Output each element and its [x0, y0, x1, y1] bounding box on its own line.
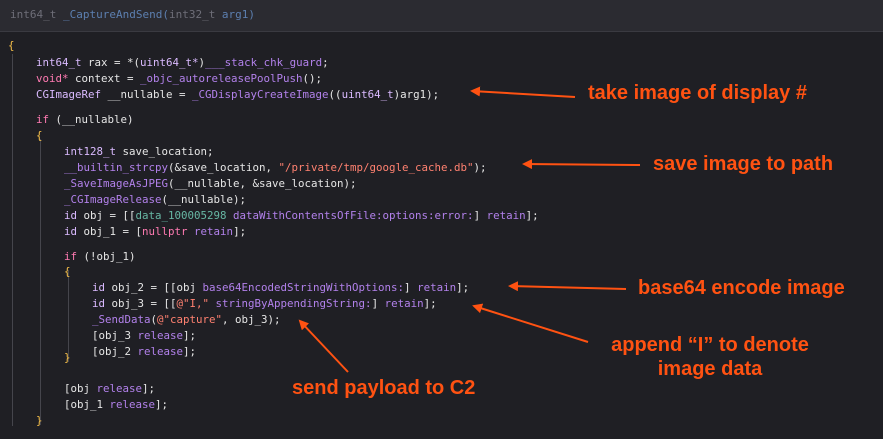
annotation-append-line1: append “I” to denote	[611, 334, 809, 356]
arrow-append	[472, 303, 589, 343]
annotation-save-image: save image to path	[653, 153, 834, 175]
annotation-append-line2: image data	[657, 358, 763, 380]
annotation-base64: base64 encode image	[638, 277, 845, 299]
arrow-base64	[508, 281, 627, 292]
arrow-send	[298, 319, 349, 373]
annotation-append: append “I” to denote image data	[592, 333, 828, 381]
arrow-take-image	[470, 86, 576, 98]
annotation-send-payload: send payload to C2	[292, 377, 476, 399]
arrow-save-image	[522, 159, 641, 170]
annotation-take-image: take image of display #	[588, 82, 807, 104]
